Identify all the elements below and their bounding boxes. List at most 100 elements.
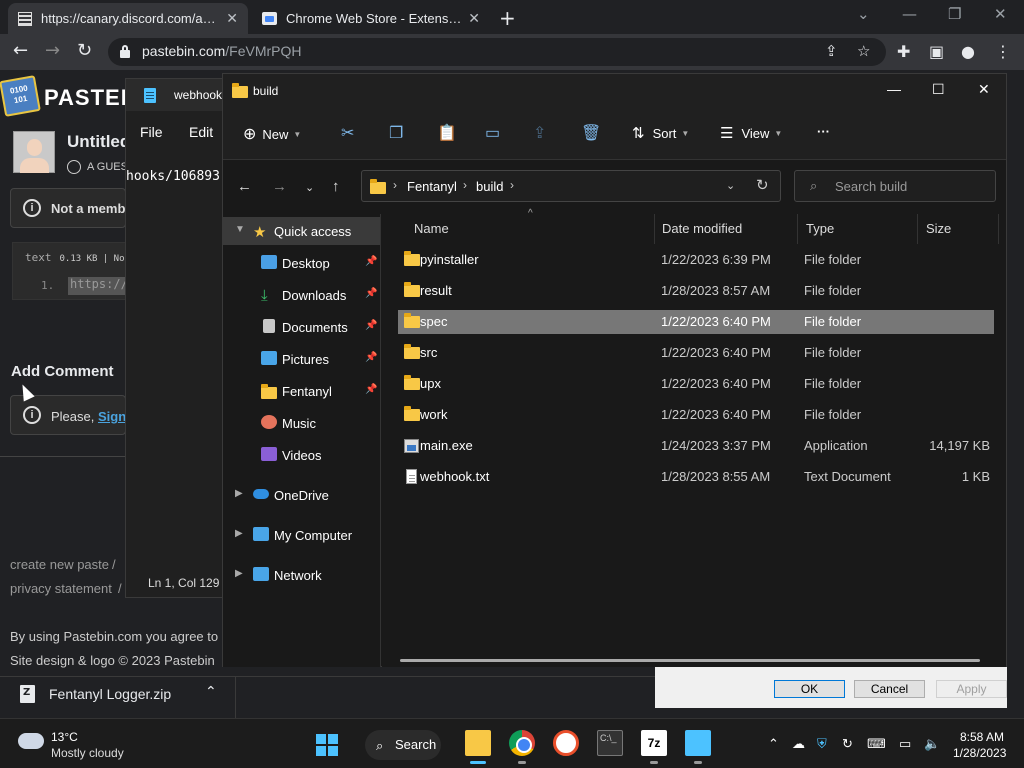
7zip-taskbar-icon[interactable]: 7z xyxy=(641,730,667,764)
tab-discord-webhook[interactable]: https://canary.discord.com/api/w ✕ xyxy=(8,3,248,34)
column-name[interactable]: Name xyxy=(406,214,655,244)
share-icon[interactable]: ⇪ xyxy=(825,42,838,60)
file-row-main-exe[interactable]: main.exe 1/24/2023 3:37 PM Application 1… xyxy=(398,434,994,458)
file-row-spec[interactable]: spec 1/22/2023 6:40 PM File folder xyxy=(398,310,994,334)
windows-start-icon[interactable] xyxy=(316,734,338,756)
forward-arrow-icon[interactable]: → xyxy=(45,40,60,61)
menu-edit[interactable]: Edit xyxy=(189,124,213,140)
chevron-down-icon[interactable]: ▼ xyxy=(235,224,245,235)
file-explorer-window[interactable]: build — ☐ ✕ ⊕ New ▼ ✂ ❐ 📋 ▭ ⇪ 🗑 ⇅ Sort ▼ ☰… xyxy=(222,73,1007,667)
new-tab-button[interactable]: + xyxy=(499,6,516,30)
pin-icon[interactable]: 📌 xyxy=(365,384,377,395)
back-arrow-icon[interactable]: ← xyxy=(13,40,28,61)
file-row-result[interactable]: result 1/28/2023 8:57 AM File folder xyxy=(398,279,994,303)
explorer-titlebar[interactable]: build — ☐ ✕ xyxy=(223,74,1006,108)
close-window-icon[interactable]: ✕ xyxy=(994,5,1007,23)
nav-music[interactable]: Music xyxy=(223,409,380,437)
chevron-down-icon[interactable]: ⌄ xyxy=(726,179,735,192)
chevron-up-icon[interactable]: ⌃ xyxy=(205,684,217,700)
path-breadcrumb[interactable]: › Fentanyl › build › ⌄ ↻ xyxy=(361,170,781,202)
chevron-right-icon[interactable]: ▶ xyxy=(235,528,243,539)
nav-onedrive[interactable]: ▶ OneDrive xyxy=(223,481,380,509)
recent-locations-icon[interactable]: ⌄ xyxy=(305,181,314,194)
tab-close-icon[interactable]: ✕ xyxy=(226,11,238,27)
new-button[interactable]: ⊕ New ▼ xyxy=(243,124,301,144)
file-row-src[interactable]: src 1/22/2023 6:40 PM File folder xyxy=(398,341,994,365)
column-date-modified[interactable]: Date modified xyxy=(654,214,798,244)
search-input[interactable]: ⌕ Search build xyxy=(794,170,996,202)
ok-button[interactable]: OK xyxy=(774,680,845,698)
tab-chrome-web-store[interactable]: Chrome Web Store - Extensions ✕ xyxy=(252,3,490,34)
share-icon[interactable]: ⇪ xyxy=(533,123,546,143)
chevron-right-icon[interactable]: ▶ xyxy=(235,488,243,499)
side-panel-icon[interactable]: ▣ xyxy=(929,42,944,61)
terminal-taskbar-icon[interactable]: C:\_ xyxy=(597,730,623,756)
nav-documents[interactable]: Documents 📌 xyxy=(223,313,380,341)
update-refresh-icon[interactable]: ↻ xyxy=(842,736,853,752)
nav-fentanyl[interactable]: Fentanyl 📌 xyxy=(223,377,380,405)
keyboard-icon[interactable]: ⌨ xyxy=(867,736,886,752)
notepad-taskbar-icon[interactable] xyxy=(685,730,711,764)
display-icon[interactable]: ▭ xyxy=(899,736,911,752)
cut-icon[interactable]: ✂ xyxy=(341,123,354,143)
close-window-icon[interactable]: ✕ xyxy=(978,81,990,98)
delete-icon[interactable]: 🗑 xyxy=(581,123,601,143)
column-size[interactable]: Size xyxy=(918,214,999,244)
nav-my-computer[interactable]: ▶ My Computer xyxy=(223,521,380,549)
horizontal-scrollbar[interactable] xyxy=(400,659,980,662)
copy-icon[interactable]: ❐ xyxy=(389,123,403,143)
nav-quick-access[interactable]: ▼ ★ Quick access xyxy=(223,217,380,245)
rename-icon[interactable]: ▭ xyxy=(485,123,500,143)
view-button[interactable]: ☰ View ▼ xyxy=(720,124,782,142)
minimize-icon[interactable]: — xyxy=(887,81,901,97)
tab-close-icon[interactable]: ✕ xyxy=(468,11,480,27)
breadcrumb-fentanyl[interactable]: Fentanyl xyxy=(407,179,457,194)
notepad-window[interactable]: webhook File Edit hooks/106893 Ln 1, Col… xyxy=(125,78,235,598)
profile-avatar-icon[interactable]: ● xyxy=(961,42,975,61)
show-hidden-icons-chevron-icon[interactable]: ⌃ xyxy=(768,736,779,752)
nav-downloads[interactable]: ⤓ Downloads 📌 xyxy=(223,281,380,309)
pin-icon[interactable]: 📌 xyxy=(365,288,377,299)
nav-videos[interactable]: Videos xyxy=(223,441,380,469)
more-options-button[interactable]: ··· xyxy=(817,124,830,139)
chrome-taskbar-icon[interactable] xyxy=(509,730,535,764)
menu-file[interactable]: File xyxy=(140,124,163,140)
column-type[interactable]: Type xyxy=(798,214,918,244)
nav-network[interactable]: ▶ Network xyxy=(223,561,380,589)
taskbar-search-button[interactable]: ⌕ Search xyxy=(365,730,441,760)
file-row-pyinstaller[interactable]: pyinstaller 1/22/2023 6:39 PM File folde… xyxy=(398,248,994,272)
create-new-paste-link[interactable]: create new paste xyxy=(10,557,109,572)
pin-icon[interactable]: 📌 xyxy=(365,320,377,331)
paste-icon[interactable]: 📋 xyxy=(437,123,457,143)
notepad-titlebar[interactable]: webhook xyxy=(126,79,234,111)
code-line-text[interactable]: https://c xyxy=(68,277,128,295)
file-row-webhook-txt[interactable]: webhook.txt 1/28/2023 8:55 AM Text Docum… xyxy=(398,465,994,489)
notepad-editor[interactable]: hooks/106893 xyxy=(126,169,236,184)
file-row-work[interactable]: work 1/22/2023 6:40 PM File folder xyxy=(398,403,994,427)
address-bar[interactable]: pastebin.com/FeVMrPQH ⇪ ☆ xyxy=(108,38,886,66)
privacy-statement-link[interactable]: privacy statement xyxy=(10,581,112,596)
clock-date[interactable]: 1/28/2023 xyxy=(953,746,1006,760)
brave-taskbar-icon[interactable] xyxy=(553,730,579,756)
reload-icon[interactable]: ↻ xyxy=(77,40,92,61)
back-arrow-icon[interactable]: ← xyxy=(237,178,252,195)
volume-icon[interactable]: 🔈 xyxy=(924,736,940,752)
maximize-icon[interactable]: ☐ xyxy=(932,81,945,98)
bookmark-star-icon[interactable]: ☆ xyxy=(857,42,870,60)
pin-icon[interactable]: 📌 xyxy=(365,352,377,363)
chrome-menu-icon[interactable]: ⋮ xyxy=(995,42,1011,61)
refresh-icon[interactable]: ↻ xyxy=(756,176,769,194)
security-shield-icon[interactable]: ⛨ xyxy=(817,736,827,752)
minimize-icon[interactable]: — xyxy=(902,5,917,23)
file-explorer-taskbar-icon[interactable] xyxy=(465,730,491,764)
pin-icon[interactable]: 📌 xyxy=(365,256,377,267)
pastebin-logo-icon[interactable]: 0100 101 xyxy=(0,75,41,117)
pastebin-brand[interactable]: PASTEB xyxy=(44,85,138,111)
breadcrumb-build[interactable]: build xyxy=(476,179,503,194)
nav-pictures[interactable]: Pictures 📌 xyxy=(223,345,380,373)
up-arrow-icon[interactable]: ↑ xyxy=(332,178,340,195)
restore-icon[interactable]: ❐ xyxy=(948,5,961,23)
forward-arrow-icon[interactable]: → xyxy=(272,178,287,195)
cloud-sync-icon[interactable]: ☁ xyxy=(792,736,805,752)
sort-button[interactable]: ⇅ Sort ▼ xyxy=(632,124,689,142)
